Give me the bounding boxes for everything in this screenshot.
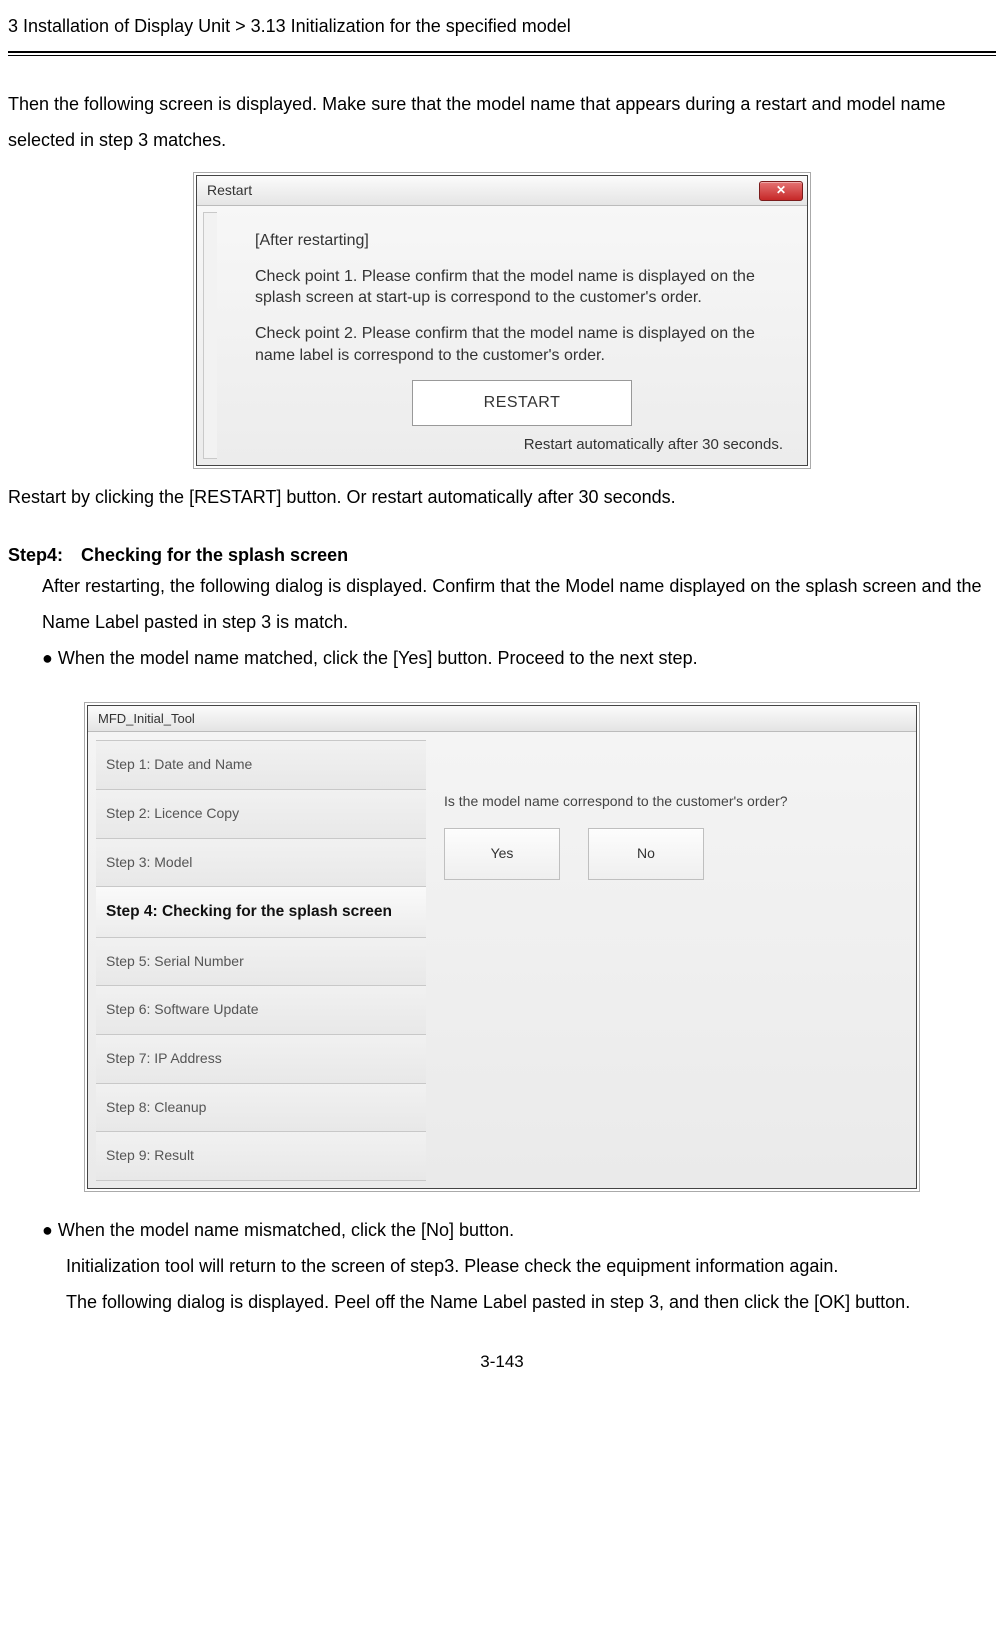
restart-titlebar: Restart ✕ xyxy=(197,176,807,206)
mfd-window: MFD_Initial_Tool Step 1: Date and Name S… xyxy=(87,705,917,1188)
after-paragraph-1: ● When the model name mismatched, click … xyxy=(42,1212,996,1248)
step4-paragraph-1: After restarting, the following dialog i… xyxy=(42,568,996,640)
list-item[interactable]: Step 5: Serial Number xyxy=(96,937,426,987)
mfd-prompt: Is the model name correspond to the cust… xyxy=(444,792,902,812)
list-item[interactable]: Step 7: IP Address xyxy=(96,1034,426,1084)
step4-heading: Step4: Checking for the splash screen xyxy=(8,543,996,568)
restart-content: [After restarting] Check point 1. Please… xyxy=(255,230,789,455)
restart-instruction: Restart by clicking the [RESTART] button… xyxy=(8,479,996,515)
list-item[interactable]: Step 1: Date and Name xyxy=(96,740,426,790)
step4-paragraph-2: ● When the model name matched, click the… xyxy=(42,640,996,676)
page-header: 3 Installation of Display Unit > 3.13 In… xyxy=(8,12,996,47)
restart-dialog-screenshot: Restart ✕ [After restarting] Check point… xyxy=(193,172,811,469)
step4-title: Checking for the splash screen xyxy=(81,545,348,565)
restart-checkpoint-2: Check point 2. Please confirm that the m… xyxy=(255,323,789,366)
restart-button[interactable]: RESTART xyxy=(412,380,632,426)
restart-auto-text: Restart automatically after 30 seconds. xyxy=(255,434,783,455)
step4-label: Step4: xyxy=(8,545,63,565)
after-paragraph-2: Initialization tool will return to the s… xyxy=(66,1248,996,1284)
restart-heading: [After restarting] xyxy=(255,230,789,252)
list-item[interactable]: Step 3: Model xyxy=(96,838,426,888)
restart-window: Restart ✕ [After restarting] Check point… xyxy=(196,175,808,466)
mfd-title: MFD_Initial_Tool xyxy=(98,710,195,728)
after-paragraph-3: The following dialog is displayed. Peel … xyxy=(66,1284,996,1320)
mfd-right-panel: Is the model name correspond to the cust… xyxy=(436,732,916,1187)
mfd-step-list: Step 1: Date and Name Step 2: Licence Co… xyxy=(88,732,436,1187)
header-rule-thin xyxy=(8,55,996,56)
restart-checkpoint-1: Check point 1. Please confirm that the m… xyxy=(255,266,789,309)
mfd-titlebar: MFD_Initial_Tool xyxy=(88,706,916,732)
close-icon[interactable]: ✕ xyxy=(759,181,803,201)
list-item[interactable]: Step 2: Licence Copy xyxy=(96,789,426,839)
restart-body: [After restarting] Check point 1. Please… xyxy=(197,206,807,465)
left-gutter-decoration xyxy=(203,212,217,459)
mfd-dialog-screenshot: MFD_Initial_Tool Step 1: Date and Name S… xyxy=(84,702,920,1191)
yes-button[interactable]: Yes xyxy=(444,828,560,880)
list-item[interactable]: Step 9: Result xyxy=(96,1131,426,1181)
header-rule-thick xyxy=(8,51,996,53)
list-item[interactable]: Step 8: Cleanup xyxy=(96,1083,426,1133)
mfd-body: Step 1: Date and Name Step 2: Licence Co… xyxy=(88,732,916,1187)
page-number: 3-143 xyxy=(8,1350,996,1374)
list-item[interactable]: Step 6: Software Update xyxy=(96,985,426,1035)
mfd-button-row: Yes No xyxy=(444,828,902,880)
list-item-active[interactable]: Step 4: Checking for the splash screen xyxy=(96,886,426,938)
no-button[interactable]: No xyxy=(588,828,704,880)
intro-paragraph: Then the following screen is displayed. … xyxy=(8,86,996,158)
restart-title: Restart xyxy=(207,181,252,201)
